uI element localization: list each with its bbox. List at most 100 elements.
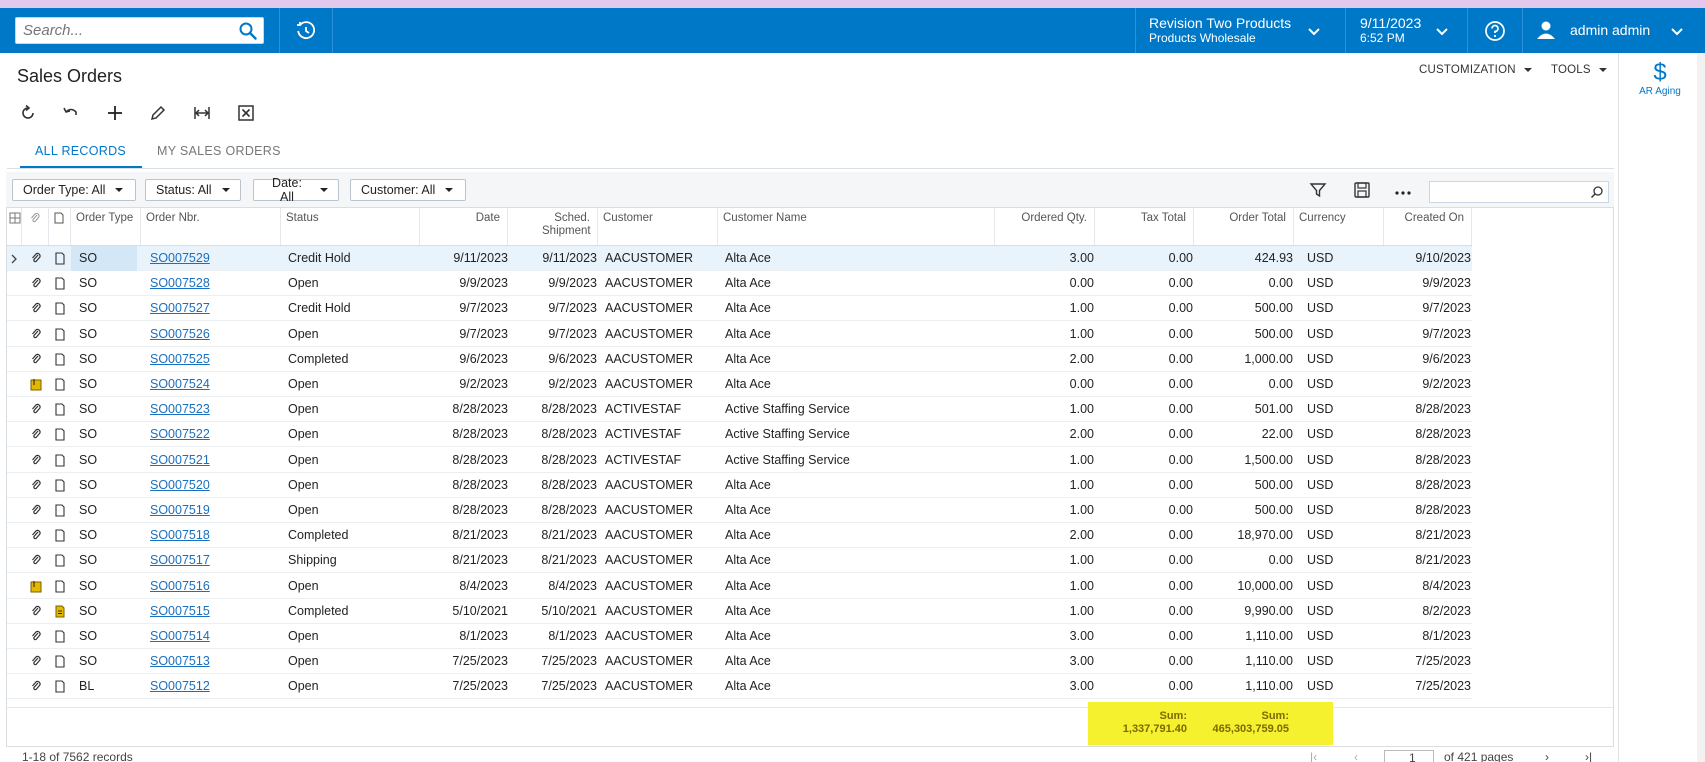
cell-sched-shipment[interactable]: 8/28/2023 — [508, 473, 597, 498]
cell-created-on[interactable]: 7/25/2023 — [1384, 674, 1471, 699]
cell-order-nbr[interactable]: SO007519 — [150, 498, 285, 523]
cell-order-type[interactable]: SO — [79, 322, 139, 347]
column-header-created-on[interactable]: Created On — [1384, 208, 1472, 246]
cell-order-total[interactable]: 10,000.00 — [1193, 574, 1293, 599]
note-icon[interactable] — [54, 554, 66, 567]
cell-created-on[interactable]: 8/21/2023 — [1384, 523, 1471, 548]
cell-ordered-qty[interactable]: 1.00 — [995, 498, 1094, 523]
order-nbr-link[interactable]: SO007528 — [150, 276, 210, 290]
cell-order-nbr[interactable]: SO007524 — [150, 372, 285, 397]
table-row[interactable]: SO SO007526 Open 9/7/2023 9/7/2023 AACUSTOMER… — [7, 322, 1472, 347]
cell-status[interactable]: Open — [288, 422, 418, 447]
cell-ordered-qty[interactable]: 3.00 — [995, 674, 1094, 699]
order-nbr-link[interactable]: SO007524 — [150, 377, 210, 391]
cell-order-nbr[interactable]: SO007514 — [150, 624, 285, 649]
paperclip-icon[interactable] — [30, 605, 42, 618]
undo-icon[interactable] — [62, 104, 80, 122]
cell-status[interactable]: Open — [288, 574, 418, 599]
cell-ordered-qty[interactable]: 3.00 — [995, 624, 1094, 649]
cell-customer[interactable]: AACUSTOMER — [605, 674, 720, 699]
cell-ordered-qty[interactable]: 1.00 — [995, 599, 1094, 624]
cell-order-total[interactable]: 18,970.00 — [1193, 523, 1293, 548]
cell-date[interactable]: 8/28/2023 — [420, 498, 508, 523]
cell-customer[interactable]: AACUSTOMER — [605, 322, 720, 347]
cell-date[interactable]: 5/10/2021 — [420, 599, 508, 624]
cell-ordered-qty[interactable]: 0.00 — [995, 372, 1094, 397]
refresh-icon[interactable] — [19, 104, 37, 122]
cell-customer-name[interactable]: Alta Ace — [725, 347, 995, 372]
paperclip-icon[interactable] — [30, 554, 42, 567]
cell-order-nbr[interactable]: SO007515 — [150, 599, 285, 624]
cell-order-type[interactable]: SO — [79, 498, 139, 523]
cell-currency[interactable]: USD — [1307, 271, 1387, 296]
cell-order-total[interactable]: 9,990.00 — [1193, 599, 1293, 624]
table-row[interactable]: SO SO007521 Open 8/28/2023 8/28/2023 ACTIVEST… — [7, 448, 1472, 473]
cell-customer-name[interactable]: Alta Ace — [725, 574, 995, 599]
cell-customer-name[interactable]: Active Staffing Service — [725, 448, 995, 473]
cell-tax-total[interactable]: 0.00 — [1094, 649, 1193, 674]
cell-status[interactable]: Completed — [288, 599, 418, 624]
cell-currency[interactable]: USD — [1307, 372, 1387, 397]
cell-status[interactable]: Open — [288, 448, 418, 473]
cell-customer[interactable]: AACUSTOMER — [605, 548, 720, 573]
paperclip-icon[interactable] — [30, 504, 42, 517]
cell-sched-shipment[interactable]: 9/7/2023 — [508, 296, 597, 321]
note-icon[interactable] — [54, 454, 66, 467]
cell-tax-total[interactable]: 0.00 — [1094, 599, 1193, 624]
cell-sched-shipment[interactable]: 9/9/2023 — [508, 271, 597, 296]
cell-date[interactable]: 7/25/2023 — [420, 674, 508, 699]
cell-sched-shipment[interactable]: 7/25/2023 — [508, 649, 597, 674]
paperclip-icon[interactable] — [30, 479, 42, 492]
cell-customer-name[interactable]: Active Staffing Service — [725, 397, 995, 422]
cell-order-total[interactable]: 1,110.00 — [1193, 624, 1293, 649]
column-header-files[interactable] — [22, 208, 49, 246]
next-page-icon[interactable]: › — [1545, 750, 1549, 762]
cell-date[interactable]: 8/21/2023 — [420, 523, 508, 548]
cell-date[interactable]: 9/9/2023 — [420, 271, 508, 296]
paperclip-icon[interactable] — [30, 403, 42, 416]
cell-customer-name[interactable]: Alta Ace — [725, 624, 995, 649]
page-number-input[interactable]: 1 — [1384, 750, 1434, 762]
cell-sched-shipment[interactable]: 5/10/2021 — [508, 599, 597, 624]
cell-ordered-qty[interactable]: 1.00 — [995, 473, 1094, 498]
cell-order-nbr[interactable]: SO007523 — [150, 397, 285, 422]
cell-order-type[interactable]: SO — [79, 574, 139, 599]
cell-customer-name[interactable]: Alta Ace — [725, 674, 995, 699]
cell-date[interactable]: 8/4/2023 — [420, 574, 508, 599]
cell-customer-name[interactable]: Alta Ace — [725, 296, 995, 321]
cell-tax-total[interactable]: 0.00 — [1094, 473, 1193, 498]
cell-order-type[interactable]: SO — [79, 246, 139, 271]
paperclip-icon[interactable] — [30, 454, 42, 467]
cell-sched-shipment[interactable]: 8/28/2023 — [508, 448, 597, 473]
cell-order-nbr[interactable]: SO007525 — [150, 347, 285, 372]
cell-created-on[interactable]: 9/7/2023 — [1384, 322, 1471, 347]
cell-status[interactable]: Open — [288, 498, 418, 523]
table-row[interactable]: SO SO007529 Credit Hold 9/11/2023 9/11/2023 A… — [7, 246, 1472, 271]
table-row[interactable]: SO SO007519 Open 8/28/2023 8/28/2023 AACUSTOM… — [7, 498, 1472, 523]
cell-customer[interactable]: AACUSTOMER — [605, 296, 720, 321]
cell-status[interactable]: Open — [288, 674, 418, 699]
cell-date[interactable]: 9/2/2023 — [420, 372, 508, 397]
cell-created-on[interactable]: 8/28/2023 — [1384, 397, 1471, 422]
note-icon[interactable] — [54, 403, 66, 416]
column-header-order-nbr[interactable]: Order Nbr. — [141, 208, 281, 246]
note-icon[interactable] — [54, 529, 66, 542]
note-icon[interactable] — [54, 680, 66, 693]
cell-customer[interactable]: AACUSTOMER — [605, 498, 720, 523]
note-icon[interactable] — [54, 353, 66, 366]
cell-customer[interactable]: ACTIVESTAF — [605, 422, 720, 447]
cell-status[interactable]: Open — [288, 649, 418, 674]
cell-created-on[interactable]: 8/28/2023 — [1384, 448, 1471, 473]
cell-order-nbr[interactable]: SO007522 — [150, 422, 285, 447]
cell-status[interactable]: Open — [288, 372, 418, 397]
cell-date[interactable]: 9/6/2023 — [420, 347, 508, 372]
cell-order-type[interactable]: SO — [79, 347, 139, 372]
cell-date[interactable]: 9/7/2023 — [420, 296, 508, 321]
filter-icon[interactable] — [1309, 181, 1327, 199]
cell-order-type[interactable]: BL — [79, 674, 139, 699]
cell-tax-total[interactable]: 0.00 — [1094, 347, 1193, 372]
cell-customer[interactable]: AACUSTOMER — [605, 347, 720, 372]
cell-tax-total[interactable]: 0.00 — [1094, 296, 1193, 321]
cell-sched-shipment[interactable]: 7/25/2023 — [508, 674, 597, 699]
cell-order-nbr[interactable]: SO007518 — [150, 523, 285, 548]
